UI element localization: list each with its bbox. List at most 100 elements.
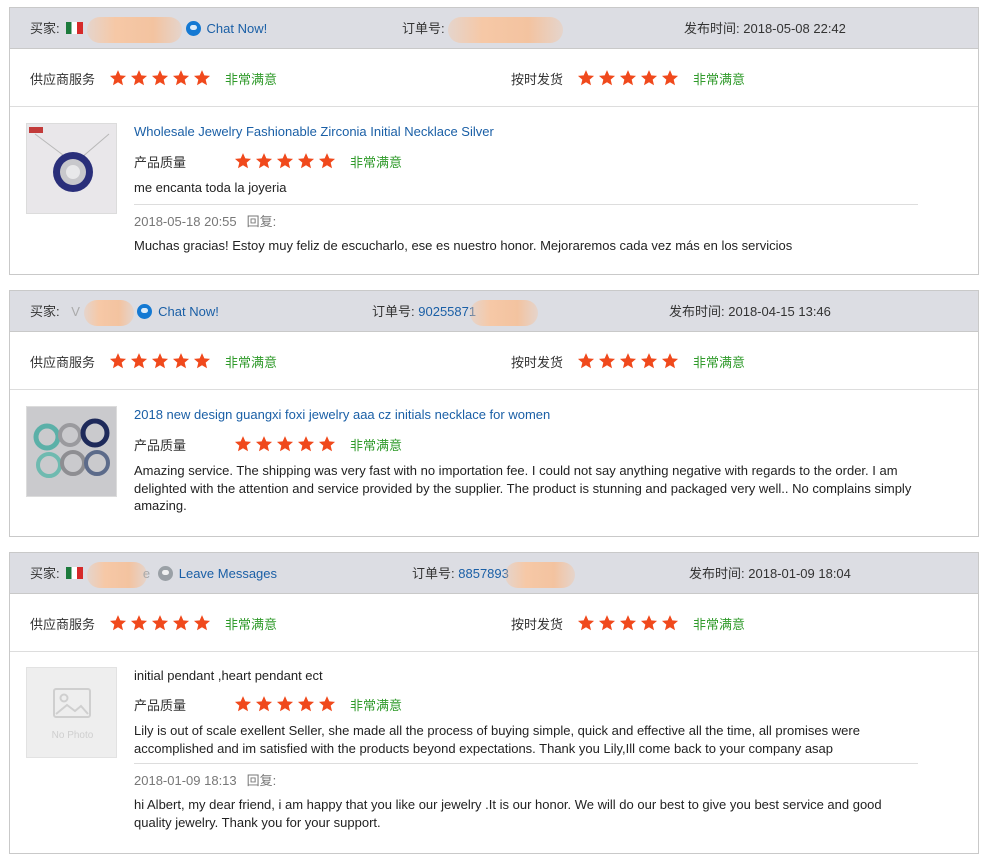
star-icon [297,435,315,453]
product-quality-stars [234,152,336,170]
redacted-buyer-name [86,16,182,43]
buyer-name-partial: V [71,304,80,319]
chat-now-link[interactable]: Chat Now! [207,21,268,36]
chat-icon[interactable] [137,304,153,319]
review-card: 买家: V Chat Now! 订单号: 90255871 发布时间: 2018… [9,290,979,537]
necklace-image-icon [27,124,116,213]
product-title: initial pendant ,heart pendant ect [134,668,323,683]
star-icon [577,352,595,370]
order-info: 订单号: 90255871 [372,291,538,332]
product-title-link[interactable]: Wholesale Jewelry Fashionable Zirconia I… [134,123,918,141]
product-quality-rating: 产品质量 非常满意 [134,693,918,715]
product-thumbnail[interactable] [26,123,117,214]
star-icon [193,352,211,370]
country-flag-icon [66,567,84,579]
supplier-service-verdict: 非常满意 [225,354,278,370]
review-content: Wholesale Jewelry Fashionable Zirconia I… [134,123,918,254]
star-icon [234,435,252,453]
no-photo-icon: No Photo [27,668,116,757]
review-header: 买家: V Chat Now! 订单号: 90255871 发布时间: 2018… [10,291,978,332]
on-time-shipping-label: 按时发货 [511,354,564,370]
product-quality-stars [234,695,336,713]
star-icon [172,614,190,632]
review-card: 买家: e Leave Messages 订单号: 8857893 发布时间: … [9,552,979,854]
chat-now-link[interactable]: Chat Now! [158,304,219,319]
posted-info: 发布时间: 2018-05-08 22:42 [684,8,846,49]
reply-label: 回复: [246,213,277,229]
star-icon [151,69,169,87]
review-body: Wholesale Jewelry Fashionable Zirconia I… [10,107,978,273]
product-thumbnail[interactable] [26,406,117,497]
star-icon [297,152,315,170]
posted-info: 发布时间: 2018-04-15 13:46 [669,291,831,332]
supplier-service-label: 供应商服务 [30,71,96,87]
star-icon [130,614,148,632]
order-label: 订单号: [402,21,445,36]
reply-time: 2018-05-18 20:55 [134,213,237,229]
order-label: 订单号: [412,566,455,581]
on-time-shipping-verdict: 非常满意 [693,616,746,632]
seller-ratings: 供应商服务 非常满意 按时发货 非常满意 [10,332,978,390]
posted-label: 发布时间: [684,21,740,36]
divider [134,763,918,764]
star-icon [661,352,679,370]
product-thumbnail-placeholder: No Photo [26,667,117,758]
order-label: 订单号: [372,304,415,319]
buyer-info: 买家: V Chat Now! [30,291,219,332]
on-time-shipping-stars [577,352,679,370]
product-quality-rating: 产品质量 非常满意 [134,433,918,455]
star-icon [661,69,679,87]
seller-reply: hi Albert, my dear friend, i am happy th… [134,797,882,830]
seller-reply: Muchas gracias! Estoy muy feliz de escuc… [134,237,793,253]
reply-label: 回复: [246,773,277,788]
star-icon [598,614,616,632]
review-header: 买家: Chat Now! 订单号: 发布时间: 2018-05-08 22:4… [10,8,978,49]
buyer-comment: Amazing service. The shipping was very f… [134,463,912,513]
leave-messages-link[interactable]: Leave Messages [179,566,277,581]
star-icon [193,69,211,87]
review-card: 买家: Chat Now! 订单号: 发布时间: 2018-05-08 22:4… [9,7,979,275]
review-body: 2018 new design guangxi foxi jewelry aaa… [10,390,978,536]
posted-label: 发布时间: [669,304,725,319]
product-quality-verdict: 非常满意 [350,697,403,713]
order-number-link[interactable]: 8857893 [458,566,509,581]
star-icon [172,352,190,370]
star-icon [297,695,315,713]
star-icon [640,69,658,87]
product-quality-stars [234,435,336,453]
seller-ratings: 供应商服务 非常满意 按时发货 非常满意 [10,49,978,107]
on-time-shipping-verdict: 非常满意 [693,354,746,370]
review-header: 买家: e Leave Messages 订单号: 8857893 发布时间: … [10,553,978,594]
star-icon [640,614,658,632]
review-content: 2018 new design guangxi foxi jewelry aaa… [134,406,918,515]
on-time-shipping-verdict: 非常满意 [693,71,746,87]
order-info: 订单号: [402,8,564,49]
star-icon [151,614,169,632]
message-icon[interactable] [157,566,173,581]
divider [134,203,918,205]
star-icon [130,69,148,87]
star-icon [318,695,336,713]
star-icon [109,614,127,632]
product-title-link[interactable]: 2018 new design guangxi foxi jewelry aaa… [134,406,918,424]
on-time-shipping-stars [577,69,679,87]
star-icon [276,695,294,713]
posted-time: 2018-04-15 13:46 [728,304,831,319]
on-time-shipping-label: 按时发货 [511,71,564,87]
star-icon [619,614,637,632]
posted-time: 2018-05-08 22:42 [743,21,846,36]
review-body: No Photo initial pendant ,heart pendant … [10,652,978,852]
star-icon [661,614,679,632]
supplier-service-verdict: 非常满意 [225,71,278,87]
star-icon [276,152,294,170]
order-info: 订单号: 8857893 [412,553,575,594]
chat-icon[interactable] [185,21,201,36]
country-flag-icon [66,22,84,34]
order-number-link[interactable]: 90255871 [418,304,476,319]
on-time-shipping-stars [577,614,679,632]
buyer-label: 买家: [30,21,60,36]
star-icon [109,352,127,370]
star-icon [193,614,211,632]
buyer-info: 买家: Chat Now! [30,8,267,49]
buyer-comment: Lily is out of scale exellent Seller, sh… [134,723,860,756]
